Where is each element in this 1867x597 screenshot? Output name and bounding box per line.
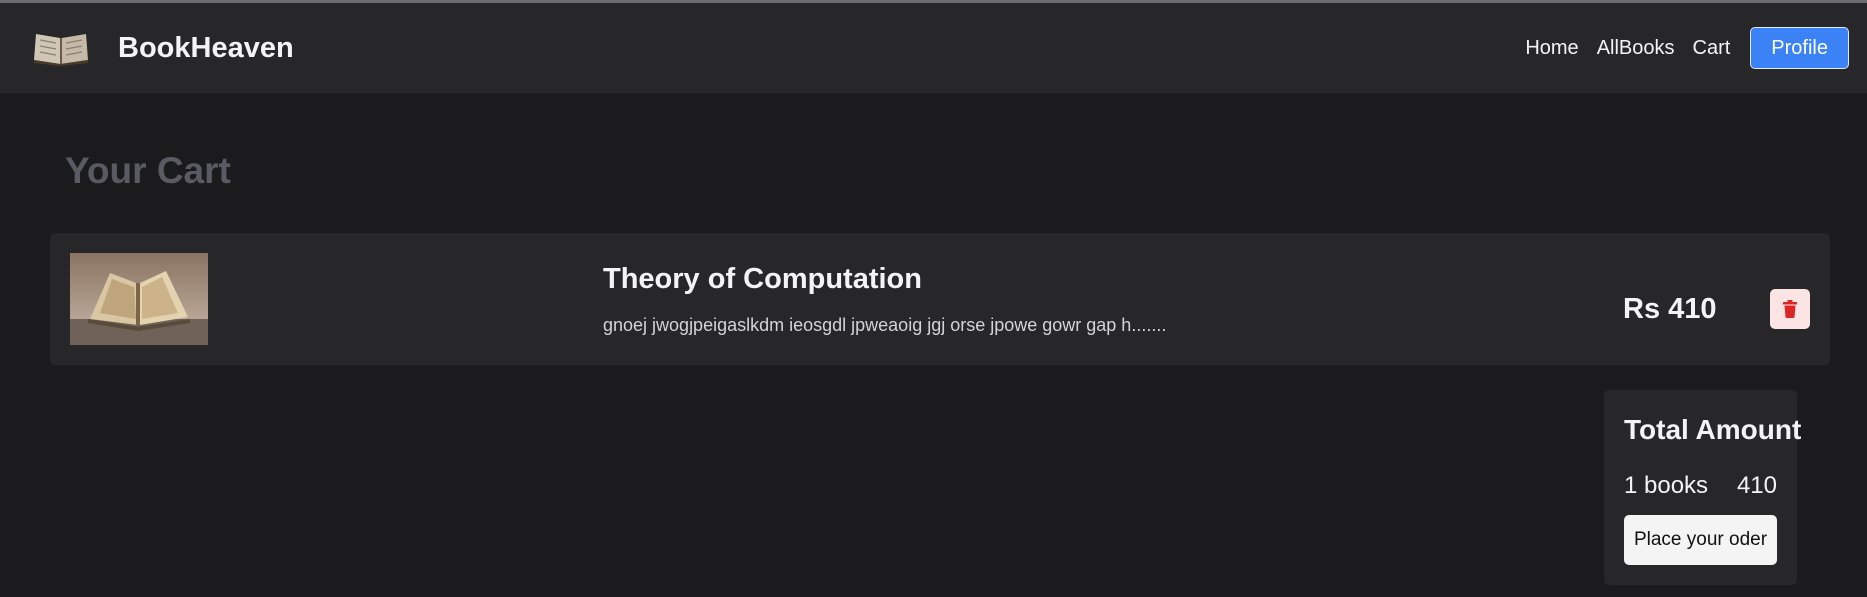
cart-item: Theory of Computation gnoej jwogjpeigasl…	[50, 233, 1830, 365]
place-order-button[interactable]: Place your oder	[1624, 515, 1777, 565]
trash-icon	[1783, 300, 1797, 318]
nav-links: Home AllBooks Cart Profile	[1525, 27, 1849, 69]
nav-home[interactable]: Home	[1525, 37, 1578, 60]
summary-total-amount: 410	[1736, 472, 1777, 499]
nav-cart[interactable]: Cart	[1693, 37, 1731, 60]
navbar: BookHeaven Home AllBooks Cart Profile	[0, 3, 1867, 93]
item-description: gnoej jwogjpeigaslkdm ieosgdl jpweaoig j…	[603, 315, 1167, 335]
summary-title: Total Amount	[1624, 414, 1802, 445]
delete-button[interactable]	[1770, 289, 1810, 329]
page-title: Your Cart	[65, 150, 231, 191]
summary-book-count: 1 books	[1624, 472, 1709, 499]
brand-name: BookHeaven	[118, 31, 294, 64]
book-logo-icon	[34, 34, 88, 66]
order-summary: Total Amount 1 books 410 Place your oder	[1604, 390, 1801, 585]
nav-allbooks[interactable]: AllBooks	[1597, 37, 1675, 60]
item-title[interactable]: Theory of Computation	[603, 263, 922, 296]
brand[interactable]: BookHeaven	[32, 28, 294, 68]
item-price: Rs 410	[1623, 293, 1717, 325]
profile-button[interactable]: Profile	[1750, 27, 1849, 69]
book-thumbnail	[70, 253, 208, 345]
